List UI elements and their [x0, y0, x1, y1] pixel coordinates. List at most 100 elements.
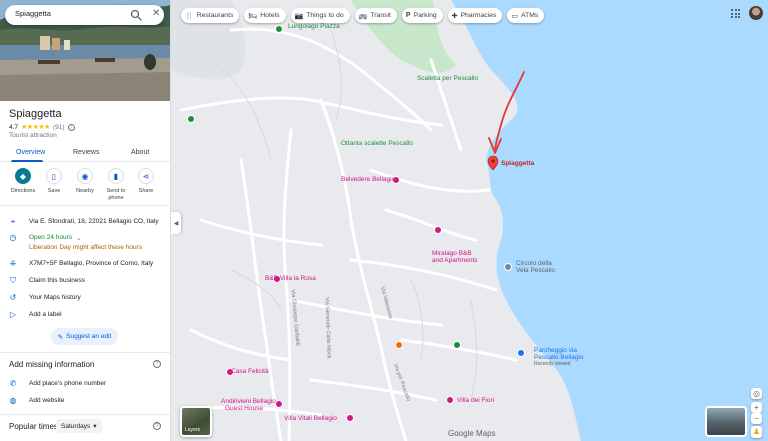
- suggest-edit-button[interactable]: ✎ Suggest an edit: [51, 328, 118, 345]
- poi-marker[interactable]: [446, 396, 454, 404]
- map-label[interactable]: Villa Vitali Bellagio: [284, 415, 337, 423]
- map-canvas[interactable]: Lungolago Piazza Scaletta per Pescallo O…: [171, 0, 768, 441]
- tab-overview[interactable]: Overview: [16, 149, 45, 156]
- divider: [0, 414, 170, 415]
- map-label[interactable]: B&B Villa la Rosa: [265, 275, 316, 283]
- map-label[interactable]: Lungolago Piazza: [288, 23, 340, 31]
- directions-button[interactable]: ◆ Directions: [8, 168, 38, 195]
- poi-marker[interactable]: [453, 341, 461, 349]
- add-phone-row[interactable]: ✆ Add place's phone number: [0, 378, 170, 392]
- chip-parking[interactable]: P Parking: [401, 8, 443, 23]
- map-label: Recently viewed: [534, 361, 571, 367]
- collapse-panel-button[interactable]: ◀: [171, 212, 181, 234]
- search-input[interactable]: [15, 9, 115, 18]
- help-icon[interactable]: ?: [153, 360, 161, 368]
- map-label[interactable]: Casa Felicità: [231, 368, 269, 376]
- help-icon[interactable]: ?: [153, 422, 161, 430]
- poi-marker[interactable]: [434, 226, 442, 234]
- layers-label: Layers: [185, 427, 201, 433]
- apps-grid-icon[interactable]: [731, 9, 740, 18]
- bus-icon: 🚌: [358, 12, 368, 20]
- history-icon: ↺: [9, 293, 17, 302]
- chip-transit[interactable]: 🚌 Transit: [354, 8, 397, 23]
- category-chips: 🍴 Restaurants 🛏 Hotels 📷 Things to do 🚌 Tran…: [181, 8, 545, 23]
- day-select[interactable]: Saturdays ▾: [56, 419, 102, 433]
- place-category[interactable]: Tourist attraction: [9, 132, 57, 139]
- maps-history-row[interactable]: ↺ Your Maps history: [0, 292, 170, 306]
- my-location-button[interactable]: ◎: [751, 388, 762, 399]
- clock-icon: ◷: [9, 233, 17, 242]
- close-icon[interactable]: ✕: [152, 8, 160, 20]
- bookmark-icon: ▯: [46, 168, 62, 184]
- google-maps-attribution: Google Maps: [448, 429, 496, 438]
- map-label[interactable]: and Apartments: [432, 257, 478, 265]
- map-label[interactable]: Villa dei Fiori: [457, 397, 494, 405]
- map-label[interactable]: Ottanta scalette Pescallo: [341, 140, 413, 148]
- chevron-down-icon[interactable]: ⌄: [76, 234, 81, 242]
- chip-atms[interactable]: ▭ ATMs: [507, 8, 545, 23]
- info-icon[interactable]: i: [67, 123, 75, 131]
- pegman-icon[interactable]: ♟: [751, 426, 762, 438]
- poi-marker[interactable]: [504, 263, 512, 271]
- avatar[interactable]: [749, 6, 763, 20]
- plus-code-icon: ⁜: [9, 259, 17, 268]
- tab-reviews[interactable]: Reviews: [73, 149, 99, 156]
- location-pin-icon: ⌖: [10, 217, 16, 226]
- claim-business-row[interactable]: ⛉ Claim this business: [0, 275, 170, 289]
- search-icon[interactable]: [130, 9, 142, 21]
- street-view-thumbnail[interactable]: [705, 406, 747, 437]
- nearby-icon: ◉: [77, 168, 93, 184]
- rating-value: 4.7: [9, 123, 19, 131]
- star-rating-icon: ★★★★★: [21, 124, 50, 131]
- search-box: ✕: [5, 5, 164, 25]
- map-label-selected[interactable]: Spiaggetta: [501, 160, 534, 168]
- poi-marker[interactable]: [517, 349, 525, 357]
- zoom-in-button[interactable]: +: [751, 402, 762, 413]
- save-button[interactable]: ▯ Save: [39, 168, 69, 195]
- poi-marker[interactable]: [275, 400, 283, 408]
- map-label[interactable]: Belvedere Bellagio: [341, 176, 395, 184]
- parking-icon: P: [405, 12, 411, 19]
- place-panel: ✕ Spiaggetta 4.7 ★★★★★ (91) i Tourist at…: [0, 0, 171, 441]
- phone-icon: ▮: [108, 168, 124, 184]
- poi-marker[interactable]: [187, 115, 195, 123]
- map-label[interactable]: Guest House: [225, 405, 263, 413]
- camera-icon: 📷: [294, 12, 304, 20]
- plus-code-row[interactable]: ⁜ X7M7+5F Bellagio, Province of Como, It…: [0, 258, 170, 272]
- street-label: Via Generale Carlo Monti: [323, 296, 332, 359]
- nearby-button[interactable]: ◉ Nearby: [70, 168, 100, 195]
- add-label-row[interactable]: ▷ Add a label: [0, 309, 170, 323]
- divider: [0, 205, 170, 206]
- address-row[interactable]: ⌖ Via E. Sfondrati, 18, 22021 Bellagio C…: [0, 216, 170, 230]
- tab-about[interactable]: About: [131, 149, 149, 156]
- review-count[interactable]: (91): [53, 124, 65, 131]
- poi-marker[interactable]: [346, 414, 354, 422]
- missing-info-title: Add missing information: [9, 360, 95, 369]
- map-label[interactable]: Vela Pescallo: [516, 267, 555, 275]
- hours-row[interactable]: ◷ Open 24 hours ⌄ Liberation Day might a…: [0, 232, 170, 254]
- chip-pharmacies[interactable]: ✚ Pharmacies: [447, 8, 503, 23]
- divider: [0, 352, 170, 353]
- share-icon: ⋖: [138, 168, 154, 184]
- phone-icon: ✆: [9, 379, 17, 388]
- pharmacy-icon: ✚: [451, 12, 458, 20]
- shield-check-icon: ⛉: [10, 276, 16, 285]
- share-button[interactable]: ⋖ Share: [131, 168, 161, 195]
- chip-things-to-do[interactable]: 📷 Things to do: [290, 8, 350, 23]
- poi-marker[interactable]: [275, 25, 283, 33]
- pencil-icon: ✎: [57, 333, 64, 341]
- chip-hotels[interactable]: 🛏 Hotels: [244, 8, 286, 23]
- chevron-left-icon: ◀: [173, 220, 179, 227]
- globe-icon: ◍: [9, 396, 17, 405]
- chip-restaurants[interactable]: 🍴 Restaurants: [181, 8, 240, 23]
- layers-button[interactable]: Layers: [180, 406, 212, 437]
- send-to-phone-button[interactable]: ▮ Send to phone: [101, 168, 131, 201]
- zoom-out-button[interactable]: −: [751, 413, 762, 424]
- active-tab-indicator: [11, 160, 43, 162]
- poi-marker[interactable]: [395, 341, 403, 349]
- directions-icon: ◆: [15, 168, 31, 184]
- fork-knife-icon: 🍴: [185, 12, 194, 20]
- atm-icon: ▭: [511, 12, 519, 20]
- map-label[interactable]: Scaletta per Pescallo: [417, 75, 478, 83]
- add-website-row[interactable]: ◍ Add website: [0, 395, 170, 409]
